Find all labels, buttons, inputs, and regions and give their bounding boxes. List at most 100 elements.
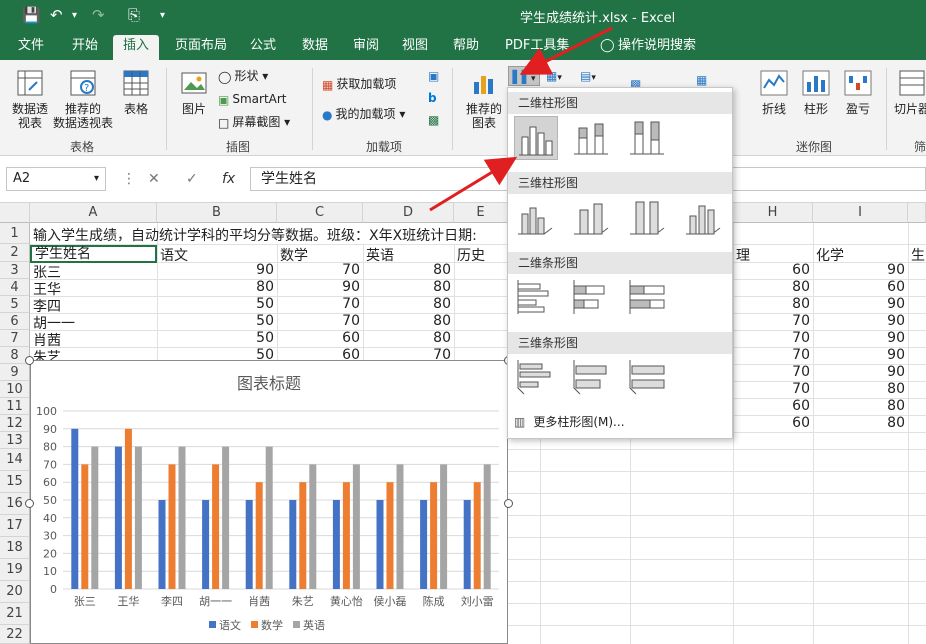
redo-icon[interactable]: ↷	[92, 6, 105, 24]
tab-review[interactable]: 审阅	[343, 38, 389, 60]
row-header[interactable]: 9	[0, 364, 30, 381]
cell-value[interactable]: 80	[363, 279, 454, 295]
pivot-table-button[interactable]: 数据透 视表	[6, 68, 54, 130]
cell-value[interactable]: 70	[733, 313, 813, 329]
3d-clustered-column-option[interactable]	[514, 196, 558, 240]
3d-stacked-bar-option[interactable]	[570, 356, 614, 400]
enter-icon[interactable]: ✓	[186, 171, 198, 187]
cell-value[interactable]: 60	[733, 415, 813, 431]
cell-value[interactable]: 90	[813, 262, 908, 278]
cell-value[interactable]: 70	[733, 381, 813, 397]
3d-clustered-bar-option[interactable]	[514, 356, 558, 400]
3d-100-stacked-column-option[interactable]	[626, 196, 670, 240]
cell-header[interactable]: 历史	[454, 245, 488, 265]
tab-view[interactable]: 视图	[392, 38, 438, 60]
cell-value[interactable]: 80	[813, 398, 908, 414]
stacked-column-option[interactable]	[570, 116, 614, 160]
cell-value[interactable]: 80	[733, 296, 813, 312]
cell-value[interactable]: 70	[733, 364, 813, 380]
resize-handle[interactable]	[504, 499, 513, 508]
row-header[interactable]: 19	[0, 559, 30, 581]
cell-value[interactable]: 60	[813, 279, 908, 295]
cell-value[interactable]: 70	[733, 330, 813, 346]
cell-value[interactable]: 50	[157, 313, 277, 329]
row-header[interactable]: 14	[0, 449, 30, 471]
cell-value[interactable]: 90	[277, 279, 363, 295]
column-header[interactable]: H	[733, 203, 813, 223]
3d-column-option[interactable]	[682, 196, 726, 240]
row-header[interactable]: 5	[0, 296, 30, 313]
cancel-icon[interactable]: ✕	[148, 171, 160, 187]
select-all[interactable]	[0, 203, 30, 223]
tab-data[interactable]: 数据	[292, 38, 338, 60]
3d-stacked-column-option[interactable]	[570, 196, 614, 240]
row-header[interactable]: 7	[0, 330, 30, 347]
cell-header[interactable]: 生	[908, 245, 926, 265]
insert-function-icon[interactable]: fx	[222, 171, 235, 187]
cell-value[interactable]: 90	[813, 313, 908, 329]
visio-icon[interactable]: ▣	[428, 66, 439, 86]
cell-value[interactable]: 80	[363, 313, 454, 329]
row-header[interactable]: 11	[0, 398, 30, 415]
name-box[interactable]: A2 ▾	[6, 167, 106, 191]
shapes-button[interactable]: ◯ 形状 ▾	[218, 66, 268, 86]
cell-value[interactable]: 70	[733, 347, 813, 363]
column-header[interactable]	[908, 203, 926, 223]
cell-value[interactable]: 60	[733, 262, 813, 278]
cell-a1[interactable]: 输入学生成绩，自动统计学科的平均分等数据。班级：X年X班统计日期:	[30, 225, 480, 245]
tab-pdf-tools[interactable]: PDF工具集	[495, 38, 579, 60]
column-header[interactable]: C	[277, 203, 363, 223]
recommended-charts-button[interactable]: 推荐的 图表	[462, 68, 506, 130]
cell-value[interactable]: 60	[733, 398, 813, 414]
customize-qat-icon[interactable]: ▾	[160, 10, 165, 21]
row-header[interactable]: 1	[0, 223, 30, 244]
save-icon[interactable]: 💾	[22, 6, 41, 24]
100-stacked-column-option[interactable]	[626, 116, 670, 160]
cell-value[interactable]: 90	[813, 364, 908, 380]
cell-value[interactable]: 90	[157, 262, 277, 278]
row-header[interactable]: 3	[0, 262, 30, 279]
column-header[interactable]: D	[363, 203, 454, 223]
cell-value[interactable]: 90	[813, 330, 908, 346]
column-header[interactable]: B	[157, 203, 277, 223]
resize-handle[interactable]	[25, 499, 34, 508]
my-addins-button[interactable]: ● 我的加载项 ▾	[322, 104, 405, 124]
cell-value[interactable]: 80	[813, 415, 908, 431]
cell-value[interactable]: 90	[813, 347, 908, 363]
row-header[interactable]: 2	[0, 244, 30, 262]
insert-waterfall-chart-button[interactable]: ▤▾	[580, 66, 596, 86]
cell-value[interactable]: 80	[363, 330, 454, 346]
recommended-pivot-button[interactable]: ? 推荐的 数据透视表	[52, 68, 114, 130]
slicer-button[interactable]: 切片器	[892, 68, 926, 116]
sparkline-column-button[interactable]: 柱形	[798, 68, 834, 116]
row-header[interactable]: 10	[0, 381, 30, 398]
name-box-dropdown-icon[interactable]: ▾	[94, 168, 99, 190]
table-button[interactable]: 表格	[118, 68, 154, 116]
cell-value[interactable]: 60	[277, 330, 363, 346]
screenshot-button[interactable]: □ 屏幕截图 ▾	[218, 112, 290, 132]
cell-value[interactable]: 80	[157, 279, 277, 295]
cell-value[interactable]: 50	[157, 330, 277, 346]
row-header[interactable]: 13	[0, 432, 30, 449]
row-header[interactable]: 4	[0, 279, 30, 296]
row-header[interactable]: 22	[0, 625, 30, 644]
bing-maps-icon[interactable]: b	[428, 88, 437, 108]
cell-value[interactable]: 80	[813, 381, 908, 397]
column-header[interactable]: I	[813, 203, 908, 223]
cell-a2-selected[interactable]: 学生姓名	[30, 245, 157, 263]
tab-file[interactable]: 文件	[8, 38, 54, 60]
tell-me-search[interactable]: 操作说明搜索	[608, 38, 706, 60]
cell-value[interactable]: 80	[363, 296, 454, 312]
column-header[interactable]: A	[30, 203, 157, 223]
row-header[interactable]: 20	[0, 581, 30, 603]
sparkline-winloss-button[interactable]: 盈亏	[840, 68, 876, 116]
row-header[interactable]: 15	[0, 471, 30, 493]
resize-handle[interactable]	[25, 356, 34, 365]
cell-value[interactable]: 50	[157, 296, 277, 312]
insert-hierarchy-chart-button[interactable]: ▦▾	[546, 66, 562, 86]
cell-value[interactable]: 70	[277, 313, 363, 329]
column-header[interactable]: E	[454, 203, 508, 223]
more-column-charts-item[interactable]: ▥ 更多柱形图(M)...	[514, 413, 625, 430]
row-header[interactable]: 12	[0, 415, 30, 432]
get-addins-button[interactable]: ▦ 获取加载项	[322, 74, 396, 94]
